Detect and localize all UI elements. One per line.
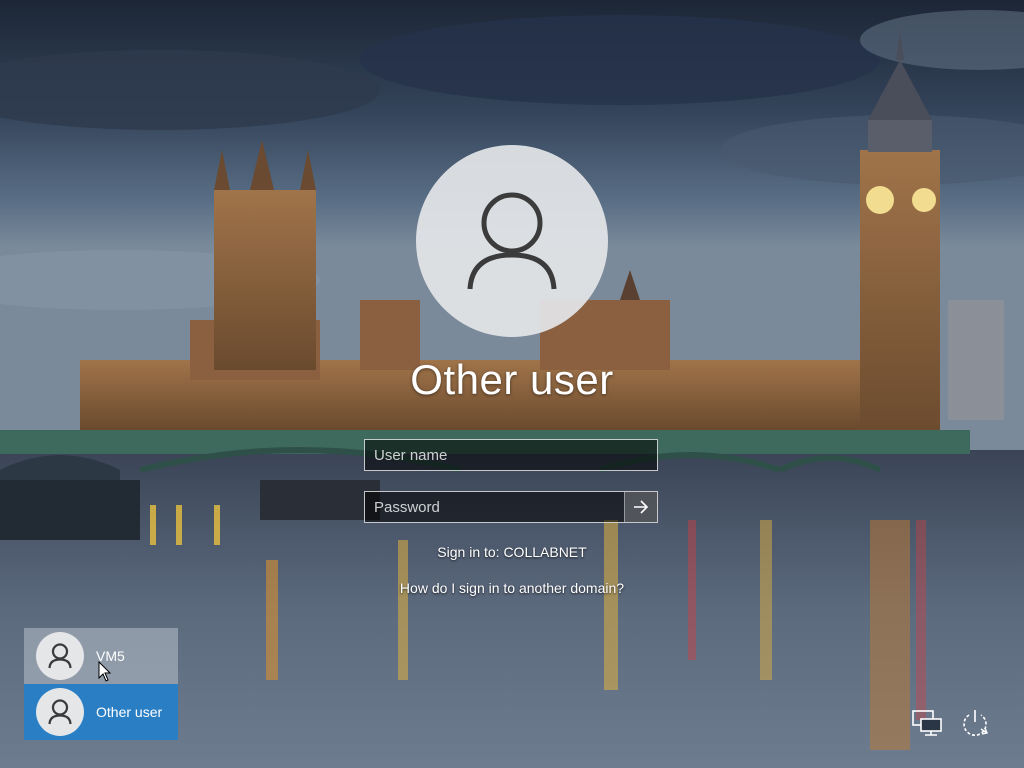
user-avatar <box>416 145 608 337</box>
user-avatar-icon <box>36 688 84 736</box>
submit-button[interactable] <box>624 492 657 522</box>
arrow-right-icon <box>634 500 649 514</box>
username-field-wrapper <box>364 439 658 471</box>
domain-help-link[interactable]: How do I sign in to another domain? <box>312 580 712 596</box>
power-icon <box>963 710 988 736</box>
network-icon <box>912 710 942 736</box>
login-title: Other user <box>410 356 614 403</box>
user-tile-label: Other user <box>96 704 163 720</box>
password-input[interactable] <box>365 492 627 522</box>
power-button[interactable] <box>958 706 992 740</box>
mouse-cursor-icon <box>98 661 112 682</box>
user-tile-other-user[interactable]: Other user <box>24 684 178 740</box>
user-avatar-icon <box>36 632 84 680</box>
username-input[interactable] <box>365 440 657 470</box>
signin-domain-text: Sign in to: COLLABNET <box>437 544 587 560</box>
network-button[interactable] <box>910 706 944 740</box>
password-field-wrapper <box>364 491 658 523</box>
user-avatar-icon <box>467 192 557 290</box>
